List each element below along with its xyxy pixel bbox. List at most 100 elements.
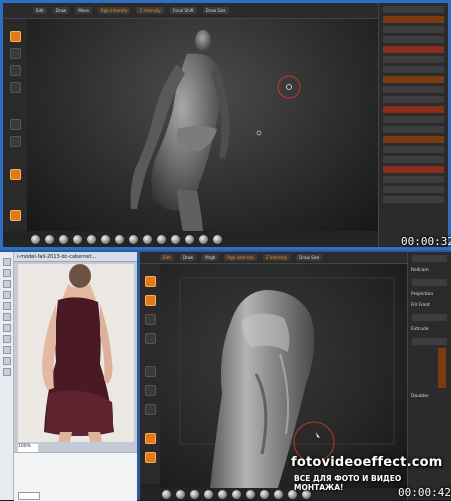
panel-label-rollcam[interactable]: Rollcam	[411, 268, 448, 273]
material-sphere-icon[interactable]	[232, 489, 241, 499]
hand-tool-icon[interactable]	[2, 357, 11, 365]
color-icon[interactable]	[144, 452, 156, 463]
material-sphere-icon[interactable]	[204, 489, 213, 499]
material-sphere-icon[interactable]	[45, 234, 54, 244]
toolbar-item-move[interactable]: Move	[75, 7, 92, 14]
material-sphere-icon[interactable]	[101, 234, 110, 244]
material-sphere-icon[interactable]	[260, 489, 269, 499]
toolbar-item-draw[interactable]: Draw	[179, 254, 197, 261]
move-tool-icon[interactable]	[2, 258, 11, 266]
zoom-tool-icon[interactable]	[2, 368, 11, 376]
panel-button[interactable]	[383, 176, 444, 183]
panel-label-doubler[interactable]: Doubler	[411, 394, 448, 399]
toolbar-z-intensity[interactable]: Z Intensity	[136, 7, 164, 14]
material-sphere-icon[interactable]	[87, 234, 96, 244]
panel-button[interactable]	[383, 76, 444, 83]
panel-button[interactable]	[383, 36, 444, 43]
material-sphere-icon[interactable]	[73, 234, 82, 244]
panel-label-projection[interactable]: Projection	[411, 292, 448, 297]
panel-button[interactable]	[383, 96, 444, 103]
material-sphere-icon[interactable]	[115, 234, 124, 244]
panel-button[interactable]	[383, 46, 444, 53]
photoshop-image-canvas[interactable]	[18, 264, 134, 442]
photoshop-document-titlebar[interactable]: i-model-fall-2013-dc-cabernet...	[14, 252, 137, 262]
toolbar-rgb-intensity[interactable]: Rgb Intensity	[224, 254, 257, 261]
brush-tool-icon[interactable]	[2, 302, 11, 310]
alpha-icon[interactable]	[144, 385, 156, 396]
panel-button[interactable]	[383, 86, 444, 93]
toolbar-item-edit[interactable]: Edit	[33, 7, 47, 14]
color-icon[interactable]	[9, 210, 21, 221]
photoshop-second-zoom[interactable]	[18, 492, 40, 500]
panel-button[interactable]	[438, 348, 446, 388]
top-viewport-canvas[interactable]	[27, 19, 378, 231]
material-sphere-icon[interactable]	[190, 489, 199, 499]
panel-button[interactable]	[383, 26, 444, 33]
panel-button[interactable]	[383, 146, 444, 153]
watermark-site: fotovideoeffect.com	[291, 455, 443, 470]
toolbar-item-focal[interactable]: Focal Shift	[169, 7, 197, 14]
eraser-tool-icon[interactable]	[2, 324, 11, 332]
panel-button[interactable]	[412, 279, 447, 286]
material-sphere-icon[interactable]	[218, 489, 227, 499]
toolbar-item-mrgb[interactable]: Mrgb	[202, 254, 219, 261]
stroke-icon[interactable]	[144, 366, 156, 377]
texture-icon[interactable]	[144, 404, 156, 415]
text-tool-icon[interactable]	[2, 346, 11, 354]
move-tool-icon[interactable]	[144, 295, 156, 306]
material-sphere-icon[interactable]	[157, 234, 166, 244]
toolbar-item-edit[interactable]: Edit	[160, 254, 174, 261]
panel-button[interactable]	[383, 116, 444, 123]
toolbar-item-drawsize[interactable]: Draw Size	[296, 254, 323, 261]
material-sphere-icon[interactable]	[162, 489, 171, 499]
panel-button[interactable]	[383, 66, 444, 73]
toolbar-item-draw[interactable]: Draw	[52, 7, 70, 14]
material-sphere-icon[interactable]	[199, 234, 208, 244]
panel-button[interactable]	[412, 255, 447, 262]
panel-button[interactable]	[412, 338, 447, 345]
material-sphere-icon[interactable]	[31, 234, 40, 244]
alpha-icon[interactable]	[9, 136, 21, 147]
panel-button[interactable]	[383, 156, 444, 163]
panel-button[interactable]	[383, 56, 444, 63]
rotate-tool-icon[interactable]	[144, 333, 156, 344]
toolbar-z-intensity[interactable]: Z Intensity	[262, 254, 291, 261]
material-sphere-icon[interactable]	[176, 489, 185, 499]
scale-tool-icon[interactable]	[9, 65, 21, 76]
panel-button[interactable]	[412, 314, 447, 321]
toolbar-item-drawsize[interactable]: Draw Size	[202, 7, 229, 14]
marquee-tool-icon[interactable]	[2, 269, 11, 277]
panel-label-fillfront[interactable]: Fill Front	[411, 303, 448, 308]
material-sphere-icon[interactable]	[246, 489, 255, 499]
panel-label-extrude[interactable]: Extrude	[411, 327, 448, 332]
material-icon[interactable]	[9, 169, 21, 180]
material-sphere-icon[interactable]	[274, 489, 283, 499]
material-sphere-icon[interactable]	[213, 234, 222, 244]
rotate-tool-icon[interactable]	[9, 82, 21, 93]
panel-button[interactable]	[383, 166, 444, 173]
material-sphere-icon[interactable]	[59, 234, 68, 244]
panel-button[interactable]	[383, 136, 444, 143]
gradient-tool-icon[interactable]	[2, 335, 11, 343]
panel-button[interactable]	[383, 6, 444, 13]
scale-tool-icon[interactable]	[144, 314, 156, 325]
material-sphere-icon[interactable]	[185, 234, 194, 244]
panel-button[interactable]	[383, 106, 444, 113]
panel-button[interactable]	[383, 16, 444, 23]
material-sphere-icon[interactable]	[143, 234, 152, 244]
panel-button[interactable]	[383, 186, 444, 193]
panel-button[interactable]	[383, 196, 444, 203]
crop-tool-icon[interactable]	[2, 291, 11, 299]
photoshop-zoom-field[interactable]: 100%	[18, 444, 38, 452]
panel-button[interactable]	[383, 126, 444, 133]
brush-tool-icon[interactable]	[9, 31, 21, 42]
material-icon[interactable]	[144, 433, 156, 444]
stroke-icon[interactable]	[9, 119, 21, 130]
material-sphere-icon[interactable]	[171, 234, 180, 244]
clone-tool-icon[interactable]	[2, 313, 11, 321]
brush-tool-icon[interactable]	[144, 276, 156, 287]
lasso-tool-icon[interactable]	[2, 280, 11, 288]
material-sphere-icon[interactable]	[129, 234, 138, 244]
toolbar-rgb-intensity[interactable]: Rgb Intensity	[97, 7, 131, 14]
move-tool-icon[interactable]	[9, 48, 21, 59]
